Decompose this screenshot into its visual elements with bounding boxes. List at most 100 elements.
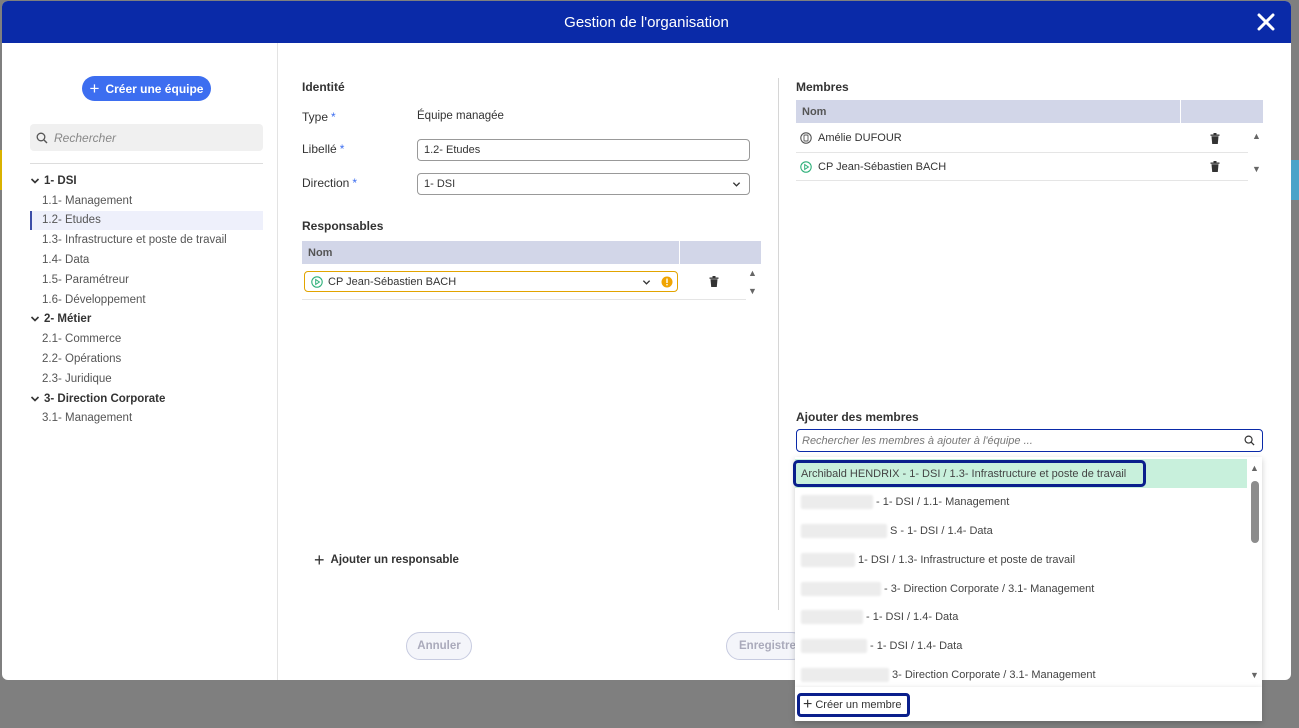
modal-title: Gestion de l'organisation <box>564 13 729 31</box>
direction-select[interactable]: 1- DSI <box>417 173 750 195</box>
search-result-item[interactable]: S - 1- DSI / 1.4- Data <box>795 516 1247 545</box>
tree-item-active[interactable]: 1.2- Etudes <box>30 210 263 231</box>
redacted-name <box>801 609 863 624</box>
plus-icon: + <box>314 550 325 570</box>
chevron-down-icon <box>30 396 40 402</box>
save-button[interactable]: Enregistrer <box>726 632 806 660</box>
tree-item[interactable]: 1.6- Développement <box>30 290 263 310</box>
column-separator <box>679 241 680 264</box>
tree-group-label: 1- DSI <box>44 174 77 187</box>
members-table-header: Nom <box>796 100 1263 123</box>
type-label: Type * <box>302 110 336 124</box>
row-divider <box>302 299 746 300</box>
plus-icon: + <box>803 696 813 713</box>
column-header-name: Nom <box>308 246 333 259</box>
chevron-down-icon <box>30 316 40 323</box>
redacted-name <box>801 552 855 567</box>
redacted-name <box>801 523 887 538</box>
scroll-up-icon[interactable]: ▲ <box>1250 463 1260 473</box>
member-search-input[interactable]: Rechercher les membres à ajouter à l'équ… <box>796 429 1263 452</box>
tree-group-metier[interactable]: 2- Métier <box>30 310 263 330</box>
tree-item[interactable]: 1.4- Data <box>30 250 263 270</box>
trash-icon[interactable] <box>709 276 719 287</box>
tree-group-direction-corporate[interactable]: 3- Direction Corporate <box>30 389 263 409</box>
trash-icon[interactable] <box>1210 133 1220 144</box>
redacted-name <box>801 494 873 509</box>
tree-group-label: 2- Métier <box>44 313 92 326</box>
search-result-item[interactable]: 1- DSI / 1.3- Infrastructure et poste de… <box>795 545 1247 574</box>
scroll-down-icon[interactable]: ▼ <box>1250 670 1260 680</box>
team-tree: 1- DSI 1.1- Management 1.2- Etudes 1.3- … <box>30 171 263 428</box>
type-value: Équipe managée <box>417 110 504 122</box>
redacted-name <box>801 581 881 596</box>
scroll-down-icon[interactable]: ▼ <box>748 286 758 296</box>
trash-icon[interactable] <box>1210 161 1220 172</box>
scroll-down-icon[interactable]: ▼ <box>1252 164 1262 174</box>
play-circle-icon <box>800 161 812 173</box>
responsable-select[interactable]: CP Jean-Sébastien BACH <box>304 271 678 292</box>
cancel-button[interactable]: Annuler <box>406 632 472 660</box>
responsables-table-header: Nom <box>302 241 761 264</box>
search-result-item[interactable]: 3- Direction Corporate / 3.1- Management <box>795 660 1247 689</box>
member-name: CP Jean-Sébastien BACH <box>818 161 947 173</box>
search-icon <box>1244 435 1255 446</box>
responsable-name: CP Jean-Sébastien BACH <box>328 275 457 288</box>
tree-item[interactable]: 2.2- Opérations <box>30 349 263 369</box>
create-team-label: Créer une équipe <box>105 81 204 96</box>
close-icon[interactable] <box>1253 9 1279 35</box>
create-team-button[interactable]: + Créer une équipe <box>82 76 211 101</box>
chevron-down-icon <box>30 178 40 184</box>
create-member-button[interactable]: + Créer un membre <box>797 693 910 717</box>
search-result-item[interactable]: Archibald HENDRIX - 1- DSI / 1.3- Infras… <box>795 459 1247 488</box>
column-divider <box>778 78 779 610</box>
identity-section-title: Identité <box>302 80 345 94</box>
plus-icon: + <box>89 79 100 98</box>
chevron-down-icon <box>642 280 651 285</box>
responsables-section-title: Responsables <box>302 219 384 233</box>
member-name: Amélie DUFOUR <box>818 132 902 144</box>
member-search-placeholder: Rechercher les membres à ajouter à l'équ… <box>802 434 1033 447</box>
direction-label: Direction * <box>302 176 358 190</box>
tree-item[interactable]: 1.1- Management <box>30 191 263 211</box>
direction-value: 1- DSI <box>424 178 456 190</box>
search-result-item[interactable]: - 1- DSI / 1.4- Data <box>795 631 1247 660</box>
redacted-name <box>801 667 889 682</box>
chevron-down-icon <box>732 182 741 187</box>
tree-item[interactable]: 2.3- Juridique <box>30 369 263 389</box>
team-search-placeholder: Rechercher <box>54 130 117 145</box>
modal-header: Gestion de l'organisation <box>2 1 1291 43</box>
scroll-up-icon[interactable]: ▲ <box>1252 131 1262 141</box>
search-result-item[interactable]: - 1- DSI / 1.1- Management <box>795 487 1247 516</box>
team-form-panel: Identité Type * Équipe managée Libellé * 1… <box>300 43 806 680</box>
add-responsable-button[interactable]: + Ajouter un responsable <box>314 551 459 569</box>
team-tree-panel: + Créer une équipe Rechercher 1- DSI 1.1… <box>2 43 278 680</box>
libelle-input[interactable]: 1.2- Etudes <box>417 139 750 161</box>
member-search-results: Archibald HENDRIX - 1- DSI / 1.3- Infras… <box>795 457 1262 687</box>
scrollbar-thumb[interactable] <box>1251 481 1259 543</box>
dropdown-scrollbar[interactable]: ▲ ▼ <box>1248 457 1262 687</box>
search-result-item[interactable]: - 3- Direction Corporate / 3.1- Manageme… <box>795 574 1247 603</box>
column-header-name: Nom <box>802 105 827 118</box>
dropdown-footer: + Créer un membre <box>795 687 1262 721</box>
create-member-label: Créer un membre <box>815 699 902 711</box>
tree-item[interactable]: 2.1- Commerce <box>30 329 263 349</box>
add-responsable-label: Ajouter un responsable <box>330 554 459 566</box>
tree-item[interactable]: 3.1- Management <box>30 409 263 429</box>
team-search-input[interactable]: Rechercher <box>30 124 263 151</box>
warning-icon <box>661 276 673 288</box>
tree-item[interactable]: 1.5- Paramétreur <box>30 270 263 290</box>
scroll-up-icon[interactable]: ▲ <box>748 268 758 278</box>
play-circle-icon <box>311 275 323 288</box>
tree-item[interactable]: 1.3- Infrastructure et poste de travail <box>30 230 263 250</box>
libelle-label: Libellé * <box>302 142 345 156</box>
tree-group-dsi[interactable]: 1- DSI <box>30 171 263 191</box>
redacted-name <box>801 638 867 653</box>
members-section-title: Membres <box>796 80 849 94</box>
member-row: Amélie DUFOUR <box>796 124 1248 152</box>
search-icon <box>36 132 48 143</box>
add-members-section-title: Ajouter des membres <box>796 410 919 424</box>
row-divider <box>796 180 1248 181</box>
search-result-item[interactable]: - 1- DSI / 1.4- Data <box>795 602 1247 631</box>
badge-icon <box>800 132 812 144</box>
column-separator <box>1180 100 1181 123</box>
